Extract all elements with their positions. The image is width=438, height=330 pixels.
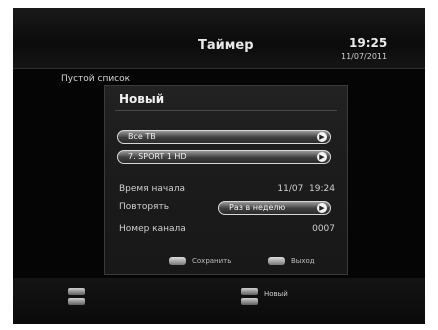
channel-select[interactable]: 7. SPORT 1 HD ▶ — [117, 150, 331, 164]
channel-number-label: Номер канала — [119, 224, 186, 234]
header-bar: Таймер 19:25 11/07/2011 — [13, 8, 425, 69]
save-button[interactable]: Сохранить — [192, 257, 231, 265]
new-timer-dialog: Новый Все ТВ ▶ 7. SPORT 1 HD ▶ Время нач… — [104, 85, 348, 275]
clock-date: 11/07/2011 — [341, 52, 388, 61]
tv-screen: Таймер 19:25 11/07/2011 Пустой список Но… — [13, 8, 425, 324]
repeat-value: Раз в неделю — [229, 203, 286, 212]
bottom-bar: Новый — [13, 278, 425, 324]
repeat-label: Повторять — [119, 202, 170, 212]
new-timer-button[interactable]: Новый — [264, 290, 288, 298]
start-time-value[interactable]: 11/07 19:24 — [277, 184, 335, 194]
color-key-icon — [241, 298, 258, 305]
channel-number-value[interactable]: 0007 — [312, 224, 335, 234]
repeat-select[interactable]: Раз в неделю ▶ — [218, 201, 331, 215]
start-time-label: Время начала — [119, 184, 185, 194]
dialog-divider — [115, 110, 337, 111]
color-key-icon — [241, 288, 258, 295]
chevron-right-icon: ▶ — [317, 132, 327, 142]
dialog-title: Новый — [119, 92, 165, 106]
chevron-right-icon: ▶ — [317, 203, 327, 213]
clock-time: 19:25 — [349, 36, 388, 50]
channel-group-value: Все ТВ — [128, 132, 156, 141]
channel-group-select[interactable]: Все ТВ ▶ — [117, 130, 331, 144]
exit-button[interactable]: Выход — [291, 257, 315, 265]
channel-value: 7. SPORT 1 HD — [128, 152, 187, 161]
empty-list-text: Пустой список — [61, 74, 131, 84]
green-button-icon — [169, 257, 186, 265]
page-title: Таймер — [198, 38, 254, 53]
color-key-icon — [68, 288, 85, 295]
color-key-icon — [68, 298, 85, 305]
exit-button-icon — [268, 257, 285, 265]
chevron-right-icon: ▶ — [317, 152, 327, 162]
